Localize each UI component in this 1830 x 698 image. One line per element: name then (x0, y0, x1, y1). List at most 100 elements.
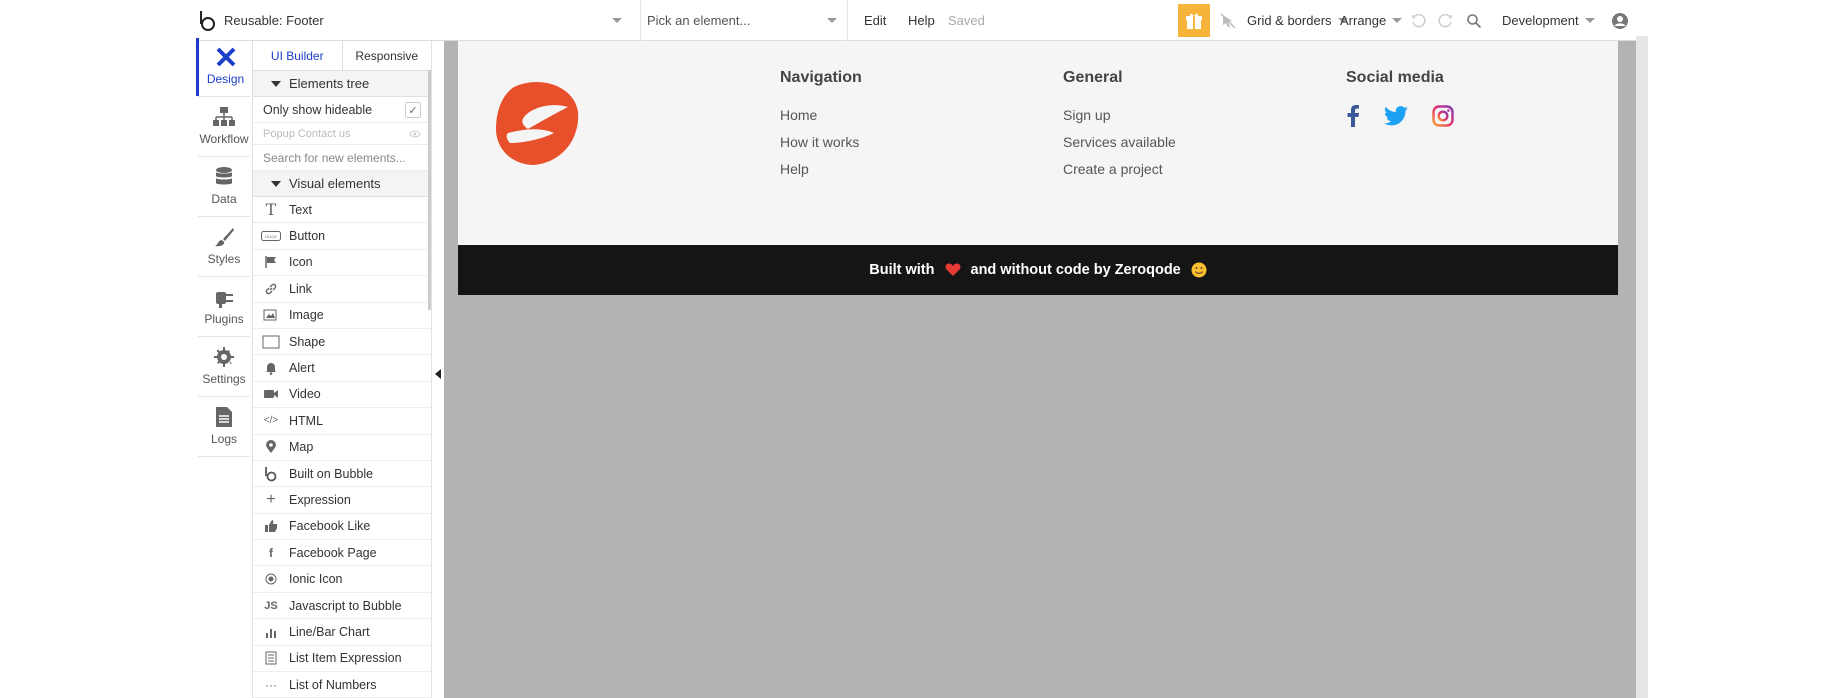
element-ionic-icon[interactable]: Ionic Icon (253, 566, 431, 593)
element-picker-placeholder: Pick an element... (647, 13, 751, 28)
nav-settings[interactable]: Settings (196, 338, 252, 396)
element-line-bar-chart[interactable]: Line/Bar Chart (253, 619, 431, 646)
nav-plugins[interactable]: Plugins (196, 278, 252, 336)
element-video[interactable]: Video (253, 382, 431, 409)
undo-icon[interactable] (1408, 11, 1428, 31)
nav-divider (198, 156, 250, 157)
page-selector[interactable]: Reusable: Footer (224, 0, 634, 41)
caret-left-icon (435, 369, 441, 379)
environment-dropdown[interactable]: Development (1502, 0, 1595, 41)
cursor-off-icon[interactable] (1218, 11, 1238, 31)
element-text[interactable]: T Text (253, 197, 431, 224)
nav-settings-label: Settings (202, 372, 246, 386)
nav-data[interactable]: Data (196, 158, 252, 216)
account-icon[interactable] (1610, 11, 1630, 31)
design-icon (216, 47, 235, 67)
element-label: Map (289, 440, 314, 455)
gift-button[interactable] (1178, 4, 1210, 37)
tree-item-popup[interactable]: Popup Contact us (253, 123, 431, 145)
eye-icon[interactable] (409, 129, 421, 139)
element-expression[interactable]: + Expression (253, 487, 431, 514)
element-label: Shape (289, 334, 326, 349)
instagram-icon[interactable] (1432, 105, 1454, 127)
text-icon: T (265, 200, 277, 220)
edit-menu[interactable]: Edit (864, 0, 886, 41)
twitter-icon[interactable] (1384, 106, 1408, 126)
canvas-scrollbar[interactable] (1636, 36, 1648, 698)
js-icon: JS (264, 599, 278, 612)
nav-logs[interactable]: Logs (196, 398, 252, 456)
redo-icon[interactable] (1436, 11, 1456, 31)
panel-scrollbar[interactable] (428, 70, 431, 310)
element-icon[interactable]: Icon (253, 250, 431, 277)
chevron-down-icon (827, 18, 837, 23)
map-pin-icon (261, 438, 281, 456)
element-label: Line/Bar Chart (289, 624, 370, 639)
facebook-icon[interactable] (1346, 105, 1360, 127)
element-facebook-page[interactable]: f Facebook Page (253, 540, 431, 567)
button-icon: CLICK (261, 227, 281, 245)
element-javascript-to-bubble[interactable]: JS Javascript to Bubble (253, 593, 431, 620)
help-menu[interactable]: Help (908, 0, 935, 41)
element-image[interactable]: Image (253, 303, 431, 329)
element-alert[interactable]: Alert (253, 355, 431, 382)
element-html[interactable]: </> HTML (253, 408, 431, 435)
general-heading: General (1063, 69, 1123, 86)
dots-icon: ··· (265, 677, 277, 692)
visual-elements-header[interactable]: Visual elements (253, 171, 431, 197)
element-search-input[interactable]: Search for new elements... (253, 145, 431, 171)
nav-design[interactable]: Design (196, 38, 252, 96)
element-button[interactable]: CLICK Button (253, 223, 431, 250)
nav-workflow[interactable]: Workflow (196, 98, 252, 156)
video-camera-icon (261, 385, 281, 403)
element-list-item-expression[interactable]: List Item Expression (253, 646, 431, 673)
footer-link-services[interactable]: Services available (1063, 134, 1176, 150)
nav-styles[interactable]: Styles (196, 218, 252, 276)
arrange-dropdown[interactable]: Arrange (1340, 0, 1403, 41)
footer-link-how-it-works[interactable]: How it works (780, 134, 862, 150)
footer-link-sign-up[interactable]: Sign up (1063, 107, 1176, 123)
facebook-icon: f (269, 545, 273, 560)
element-label: Text (289, 202, 312, 217)
nav-data-label: Data (211, 192, 237, 206)
social-heading: Social media (1346, 69, 1444, 86)
element-map[interactable]: Map (253, 435, 431, 461)
element-shape[interactable]: Shape (253, 329, 431, 356)
nav-divider (198, 96, 250, 97)
footer-link-home[interactable]: Home (780, 107, 862, 123)
only-hideable-toggle[interactable]: Only show hideable ✓ (253, 97, 431, 123)
footer-link-create-project[interactable]: Create a project (1063, 161, 1176, 177)
element-facebook-like[interactable]: Facebook Like (253, 514, 431, 541)
elements-tree-header[interactable]: Elements tree (253, 71, 431, 97)
grid-borders-dropdown[interactable]: Grid & borders (1247, 0, 1348, 41)
saved-status: Saved (948, 13, 985, 28)
gift-icon (1186, 13, 1202, 29)
element-label: Built on Bubble (289, 466, 374, 481)
nav-styles-label: Styles (207, 252, 241, 266)
element-link[interactable]: Link (253, 276, 431, 303)
footer-reusable-element[interactable]: Navigation Home How it works Help Genera… (458, 41, 1618, 295)
tree-item-label: Popup Contact us (263, 127, 351, 140)
nav-divider (198, 396, 250, 397)
element-label: Expression (289, 492, 351, 507)
element-picker[interactable]: Pick an element... (640, 0, 848, 41)
nav-plugins-label: Plugins (204, 312, 244, 326)
footer-link-help[interactable]: Help (780, 161, 862, 177)
bubble-logo-icon[interactable] (198, 10, 216, 32)
tab-responsive[interactable]: Responsive (343, 41, 432, 70)
plus-icon: + (266, 490, 276, 508)
element-label: List of Numbers (289, 677, 377, 692)
arrange-label: Arrange (1340, 13, 1387, 28)
zeroqode-logo (496, 81, 579, 165)
nav-workflow-label: Workflow (199, 132, 249, 146)
search-icon[interactable] (1464, 11, 1484, 31)
collapse-panel-button[interactable] (432, 362, 444, 386)
social-icons (1346, 105, 1454, 127)
checkbox-icon[interactable]: ✓ (405, 102, 421, 118)
element-search-placeholder: Search for new elements... (263, 150, 406, 165)
nav-logs-label: Logs (210, 432, 238, 446)
tab-ui-builder[interactable]: UI Builder (253, 41, 343, 70)
caret-down-icon (271, 180, 281, 187)
element-built-on-bubble[interactable]: Built on Bubble (253, 461, 431, 488)
element-list-of-numbers[interactable]: ··· List of Numbers (253, 672, 431, 698)
